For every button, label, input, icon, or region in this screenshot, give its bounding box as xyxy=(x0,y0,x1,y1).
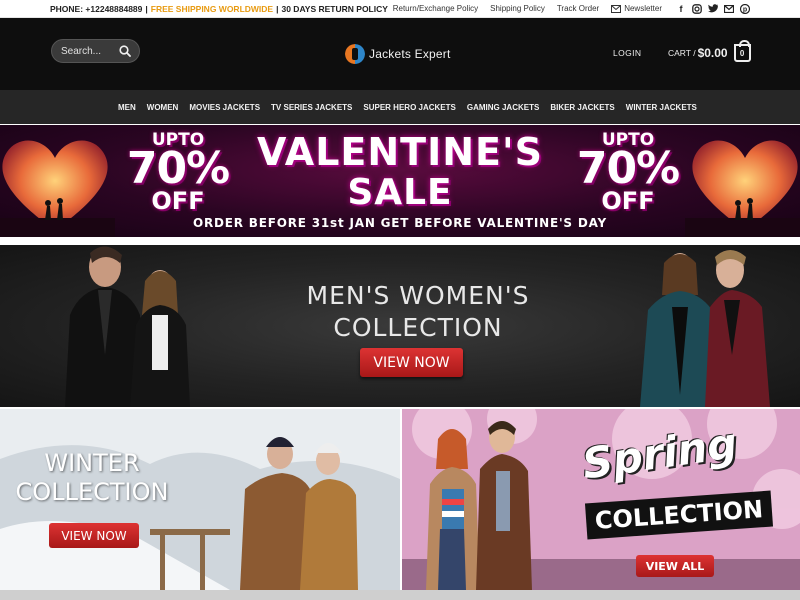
winter-collection-banner[interactable]: WINTER COLLECTION VIEW NOW xyxy=(0,409,400,590)
view-now-button[interactable]: VIEW NOW xyxy=(49,523,139,548)
nav-item-movies-jackets[interactable]: MOVIES JACKETS xyxy=(189,103,260,112)
search-icon[interactable] xyxy=(119,45,131,57)
return-exchange-link[interactable]: Return/Exchange Policy xyxy=(393,4,478,13)
nav-item-winter-jackets[interactable]: WINTER JACKETS xyxy=(626,103,697,112)
cart-bag-icon: 0 xyxy=(733,40,751,62)
main-nav: MEN WOMEN MOVIES JACKETS TV SERIES JACKE… xyxy=(0,90,800,124)
nav-item-tv-series-jackets[interactable]: TV SERIES JACKETS xyxy=(271,103,352,112)
cart-amount: $0.00 xyxy=(697,46,728,60)
track-order-link[interactable]: Track Order xyxy=(557,4,599,13)
valentine-subtitle: ORDER BEFORE 31st JAN GET BEFORE VALENTI… xyxy=(192,216,608,230)
spring-collection-banner[interactable]: Spring COLLECTION VIEW ALL xyxy=(402,409,800,590)
valentine-title: VALENTINE'S xyxy=(256,130,544,174)
site-logo[interactable]: Jackets Expert xyxy=(345,44,451,64)
top-links: Return/Exchange Policy Shipping Policy T… xyxy=(393,3,750,14)
winter-title: WINTER COLLECTION xyxy=(12,449,172,507)
heart-illustration xyxy=(685,140,800,237)
facebook-icon[interactable]: f xyxy=(676,4,686,14)
collection-title: MEN'S WOMEN'S COLLECTION xyxy=(283,280,553,344)
instagram-icon[interactable] xyxy=(692,3,702,14)
site-header: Jackets Expert LOGIN CART / $0.00 0 xyxy=(0,18,800,90)
valentine-sale-banner[interactable]: UPTO 70% OFF VALENTINE'S SALE UPTO 70% O… xyxy=(0,125,800,237)
pinterest-icon[interactable]: p xyxy=(740,3,750,14)
nav-item-men[interactable]: MEN xyxy=(118,103,136,112)
winter-title-line1: WINTER xyxy=(44,449,140,477)
collection-title-line2: COLLECTION xyxy=(333,313,503,342)
percent-text: 70% xyxy=(576,143,680,194)
nav-item-gaming-jackets[interactable]: GAMING JACKETS xyxy=(467,103,539,112)
nav-item-women[interactable]: WOMEN xyxy=(147,103,179,112)
discount-right: UPTO 70% OFF xyxy=(573,131,683,213)
envelope-icon xyxy=(611,4,622,13)
view-now-button[interactable]: VIEW NOW xyxy=(360,348,463,377)
logo-text: Jackets Expert xyxy=(369,47,451,61)
svg-text:p: p xyxy=(743,6,747,13)
models-illustration-left xyxy=(65,246,190,407)
separator: | xyxy=(276,3,279,14)
heart-illustration xyxy=(0,140,115,237)
separator: | xyxy=(145,3,148,14)
nav-item-biker-jackets[interactable]: BIKER JACKETS xyxy=(550,103,614,112)
winter-title-line2: COLLECTION xyxy=(15,478,169,506)
contact-info: PHONE: +12248884889 | FREE SHIPPING WORL… xyxy=(50,4,388,14)
collection-title-line1: MEN'S WOMEN'S xyxy=(306,281,530,310)
models-illustration-right xyxy=(640,250,770,407)
view-all-button[interactable]: VIEW ALL xyxy=(636,555,714,577)
login-link[interactable]: LOGIN xyxy=(613,48,641,58)
sale-title: SALE xyxy=(347,172,453,213)
nav-item-super-hero-jackets[interactable]: SUPER HERO JACKETS xyxy=(363,103,455,112)
cart-link[interactable]: CART / $0.00 0 xyxy=(668,40,751,62)
phone-text: PHONE: +12248884889 xyxy=(50,3,143,14)
mens-womens-collection-banner[interactable]: MEN'S WOMEN'S COLLECTION VIEW NOW xyxy=(0,245,800,407)
shipping-policy-link[interactable]: Shipping Policy xyxy=(490,4,545,13)
logo-icon xyxy=(345,44,365,64)
cart-count: 0 xyxy=(739,48,745,58)
next-row-preview xyxy=(0,590,800,600)
discount-left: UPTO 70% OFF xyxy=(123,131,233,213)
twitter-icon[interactable] xyxy=(708,4,718,14)
search-box[interactable] xyxy=(51,39,140,63)
newsletter-label: Newsletter xyxy=(624,4,662,13)
search-input[interactable] xyxy=(61,45,119,57)
return-policy-text: 30 DAYS RETURN POLICY xyxy=(281,3,388,14)
percent-text: 70% xyxy=(126,143,230,194)
top-info-bar: PHONE: +12248884889 | FREE SHIPPING WORL… xyxy=(0,0,800,18)
social-links: f p xyxy=(676,3,750,14)
cart-label: CART / xyxy=(668,48,696,58)
newsletter-link[interactable]: Newsletter xyxy=(611,4,662,13)
free-shipping-text: FREE SHIPPING WORLDWIDE xyxy=(150,3,274,14)
email-icon[interactable] xyxy=(724,4,734,14)
